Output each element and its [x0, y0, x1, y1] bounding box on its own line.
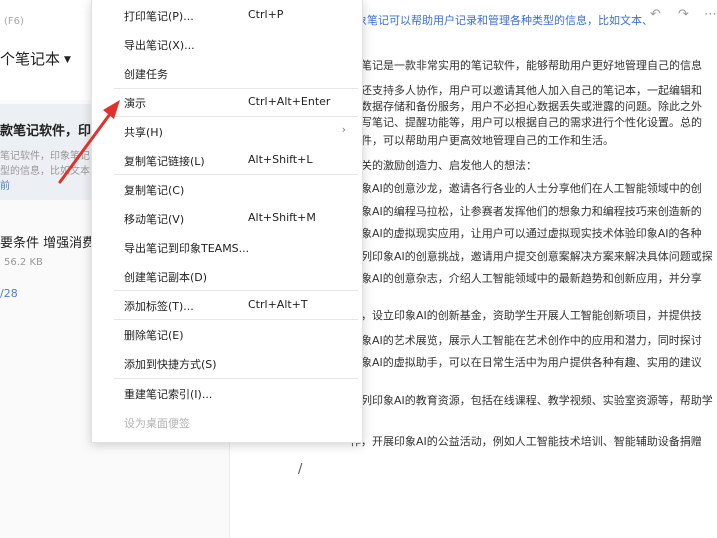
menu-item-label: 演示	[124, 97, 146, 110]
content-line: 印象AI的虚拟助手，可以在日常生活中为用户提供各种有趣、实用的建议	[350, 356, 702, 369]
note-card-snippet: 笔记软件，印象笔记	[0, 151, 90, 162]
redo-icon[interactable]: ↷	[678, 7, 689, 22]
menu-item-shortcut: Ctrl+Alt+T	[248, 298, 308, 311]
content-line: 印象AI的编程马拉松，让参赛者发挥他们的想象力和编程技巧来创造新的	[350, 205, 702, 218]
menu-item-label: 添加标签(T)...	[124, 300, 194, 313]
menu-item-move-note[interactable]: 移动笔记(V) Alt+Shift+M	[92, 205, 362, 231]
menu-item-shortcut: Alt+Shift+L	[248, 153, 313, 166]
note-card-date: 前	[0, 181, 10, 192]
menu-item-add-shortcut[interactable]: 添加到快捷方式(S)	[92, 350, 362, 376]
content-line: 印象AI的创意沙龙，邀请各行各业的人士分享他们在人工智能领域中的创	[350, 182, 702, 195]
note-card-title: 款笔记软件，印象	[0, 124, 105, 139]
menu-item-label: 复制笔记链接(L)	[124, 155, 205, 168]
menu-item-label: 共享(H)	[124, 126, 163, 139]
content-line: 相关的激励创造力、启发他人的想法：	[350, 159, 537, 172]
menu-item-copy-link[interactable]: 复制笔记链接(L) Alt+Shift+L	[92, 147, 362, 173]
content-line: 记还支持多人协作，用户可以邀请其他人加入自己的笔记本，一起编辑和	[350, 84, 702, 97]
undo-icon[interactable]: ↶	[650, 7, 661, 22]
menu-item-duplicate-note[interactable]: 创建笔记副本(D)	[92, 263, 362, 289]
menu-item-export-to-teams[interactable]: 导出笔记到印象TEAMS...	[92, 234, 362, 260]
note-card-size: 56.2 KB	[4, 257, 43, 268]
menu-item-label: 添加到快捷方式(S)	[124, 358, 217, 371]
menu-item-label: 导出笔记到印象TEAMS...	[124, 242, 250, 255]
menu-item-label: 打印笔记(P)...	[124, 10, 194, 23]
note-context-menu: 打印笔记(P)... Ctrl+P 导出笔记(X)... 创建任务 演示 Ctr…	[91, 0, 363, 443]
menu-item-add-tag[interactable]: 添加标签(T)... Ctrl+Alt+T	[92, 292, 362, 318]
more-icon[interactable]: ⋯	[704, 7, 717, 22]
content-line: 印象AI的艺术展览，展示人工智能在艺术创作中的应用和潜力，同时探讨	[350, 334, 702, 347]
content-line: 印象AI的虚拟现实应用，让用户可以通过虚拟现实技术体验印象AI的各种	[350, 227, 702, 240]
menu-item-label: 移动笔记(V)	[124, 213, 185, 226]
menu-item-label: 导出笔记(X)...	[124, 39, 195, 52]
content-line: 作，开展印象AI的公益活动，例如人工智能技术培训、智能辅助设备捐赠	[350, 435, 702, 448]
menu-item-rebuild-index[interactable]: 重建笔记索引(I)...	[92, 380, 362, 406]
menu-item-shortcut: Ctrl+P	[248, 8, 284, 21]
content-line: 作，设立印象AI的创新基金，资助学生开展人工智能创新项目，并提供技	[350, 309, 702, 322]
shortcut-hint: (F6)	[4, 16, 24, 27]
menu-divider	[114, 319, 358, 320]
content-line: 软件，可以帮助用户更高效地管理自己的工作和生活。	[350, 134, 614, 147]
menu-item-label: 创建任务	[124, 68, 168, 81]
chevron-right-icon: ›	[341, 123, 346, 136]
menu-divider	[114, 116, 358, 117]
menu-item-label: 重建笔记索引(I)...	[124, 388, 213, 401]
menu-divider	[114, 290, 358, 291]
menu-divider	[114, 174, 358, 175]
menu-item-desktop-sticky: 设为桌面便签	[92, 409, 362, 435]
menu-item-label: 创建笔记副本(D)	[124, 271, 208, 284]
content-line: 象笔记是一款非常实用的笔记软件，能够帮助用户更好地管理自己的信息	[350, 59, 702, 72]
text-cursor: /	[298, 462, 303, 477]
notebook-selector[interactable]: 个笔记本 ▼	[0, 48, 71, 69]
pagination[interactable]: /28	[0, 287, 18, 300]
menu-item-shortcut: Alt+Shift+M	[248, 211, 316, 224]
menu-item-export-note[interactable]: 导出笔记(X)...	[92, 31, 362, 57]
menu-item-label: 删除笔记(E)	[124, 329, 184, 342]
note-card-snippet: 型的信息，比如文本	[0, 166, 90, 177]
content-line: 系列印象AI的创意挑战，邀请用户提交创意案解决方案来解决具体问题或探	[350, 250, 713, 263]
menu-item-delete-note[interactable]: 删除笔记(E)	[92, 321, 362, 347]
menu-item-presentation[interactable]: 演示 Ctrl+Alt+Enter	[92, 89, 362, 115]
menu-item-label: 设为桌面便签	[124, 417, 190, 430]
menu-item-print-note[interactable]: 打印笔记(P)... Ctrl+P	[92, 2, 362, 28]
content-line: 系列印象AI的教育资源，包括在线课程、教学视频、实验室资源等，帮助学	[350, 394, 713, 407]
menu-item-share[interactable]: 共享(H) ›	[92, 118, 362, 144]
notebook-title: 个笔记本	[0, 50, 61, 68]
chevron-down-icon: ▼	[64, 55, 71, 65]
content-line: 印象AI的创意杂志，介绍人工智能领域中的最新趋势和创新应用，并分享	[350, 272, 702, 285]
menu-item-label: 复制笔记(C)	[124, 184, 185, 197]
content-line: 手写笔记、提醒功能等，用户可以根据自己的需求进行个性化设置。总的	[350, 116, 702, 129]
menu-item-shortcut: Ctrl+Alt+Enter	[248, 95, 331, 108]
content-line: 的数据存储和备份服务，用户不必担心数据丢失或泄露的问题。除此之外	[350, 100, 702, 113]
menu-item-create-task[interactable]: 创建任务	[92, 60, 362, 86]
menu-divider	[114, 378, 358, 379]
note-title-line[interactable]: 象笔记可以帮助用户记录和管理各种类型的信息，比如文本、	[356, 12, 653, 28]
menu-item-copy-note[interactable]: 复制笔记(C)	[92, 176, 362, 202]
